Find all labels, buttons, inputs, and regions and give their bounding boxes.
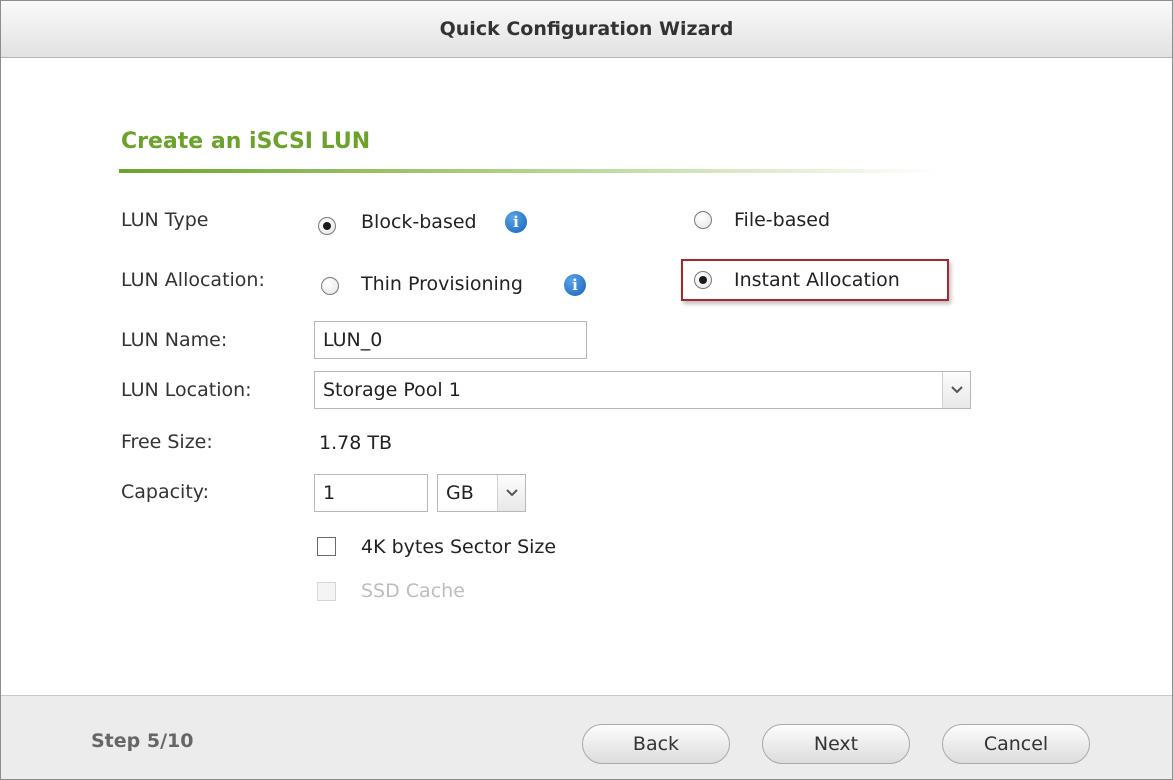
free-size-label: Free Size:: [121, 431, 213, 453]
radio-file-based[interactable]: [694, 211, 712, 229]
radio-instant-allocation[interactable]: [694, 271, 712, 289]
info-icon[interactable]: i: [564, 274, 586, 296]
section-title: Create an iSCSI LUN: [121, 129, 371, 154]
chevron-down-icon[interactable]: [497, 475, 525, 511]
back-button[interactable]: Back: [582, 724, 730, 764]
next-button[interactable]: Next: [762, 724, 910, 764]
lun-location-label: LUN Location:: [121, 379, 252, 401]
lun-name-label: LUN Name:: [121, 329, 228, 351]
free-size-value: 1.78 TB: [319, 432, 392, 454]
info-icon[interactable]: i: [505, 211, 527, 233]
cancel-button[interactable]: Cancel: [942, 724, 1090, 764]
capacity-unit-select[interactable]: GB: [437, 474, 526, 512]
section-divider: [119, 169, 939, 173]
radio-block-based[interactable]: [318, 217, 336, 235]
lun-location-select[interactable]: Storage Pool 1: [314, 371, 971, 409]
capacity-unit-value: GB: [446, 482, 474, 504]
sector-size-label: 4K bytes Sector Size: [361, 536, 557, 558]
lun-type-label: LUN Type: [121, 209, 209, 231]
radio-thin-provisioning[interactable]: [321, 277, 339, 295]
lun-allocation-label: LUN Allocation:: [121, 269, 265, 291]
step-indicator: Step 5/10: [91, 730, 194, 752]
block-based-label: Block-based: [361, 211, 477, 233]
title-bar: Quick Configuration Wizard: [1, 1, 1172, 58]
thin-provisioning-label: Thin Provisioning: [361, 273, 523, 295]
wizard-footer: Step 5/10 Back Next Cancel: [1, 695, 1172, 779]
chevron-down-icon[interactable]: [942, 372, 970, 408]
ssd-cache-label: SSD Cache: [361, 580, 465, 602]
capacity-label: Capacity:: [121, 481, 210, 503]
lun-name-input[interactable]: LUN_0: [314, 321, 587, 359]
window-title: Quick Configuration Wizard: [439, 18, 734, 40]
sector-size-checkbox[interactable]: [317, 537, 336, 556]
ssd-cache-checkbox: [317, 582, 336, 601]
lun-location-value: Storage Pool 1: [323, 379, 461, 401]
wizard-window: Quick Configuration Wizard Create an iSC…: [0, 0, 1173, 780]
instant-allocation-label: Instant Allocation: [734, 269, 900, 291]
capacity-input[interactable]: 1: [314, 474, 428, 512]
file-based-label: File-based: [734, 209, 831, 231]
